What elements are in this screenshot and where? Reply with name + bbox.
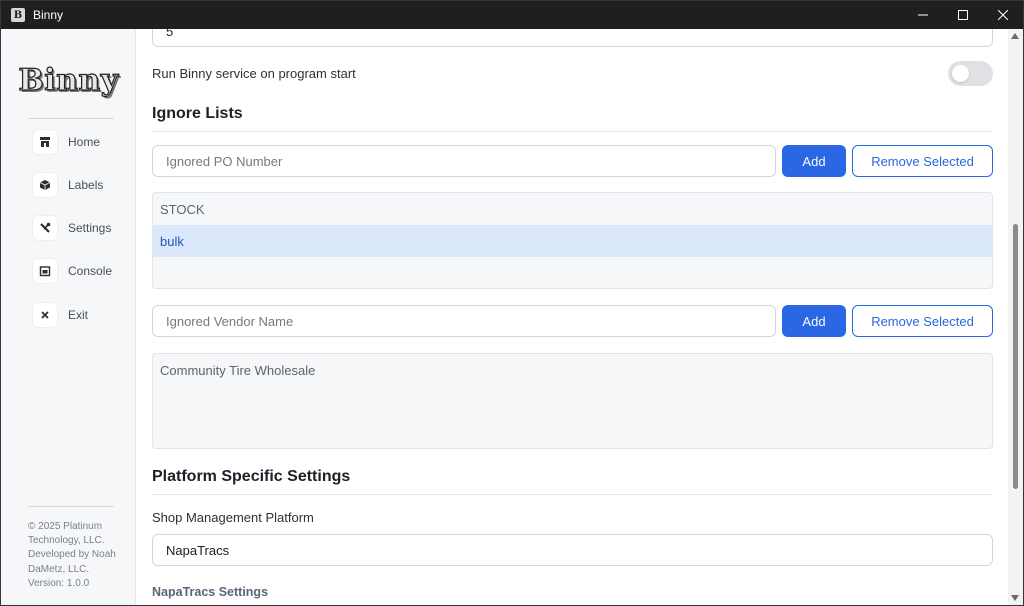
ignored-po-input[interactable]: Ignored PO Number [152,145,776,177]
ignored-vendor-placeholder: Ignored Vendor Name [166,313,294,329]
sidebar-divider-top [28,118,114,119]
store-icon [33,130,57,154]
top-number-value: 5 [166,29,174,39]
sidebar: Binny Home Labels Settings Console Exit … [1,29,136,605]
section-divider [152,494,993,495]
developer-text: Developed by Noah DaMetz, LLC. [28,549,116,575]
app-icon: B [11,8,25,22]
run-service-toggle[interactable] [948,61,993,86]
app-logo: Binny [18,62,119,98]
list-item[interactable]: Community Tire Wholesale [153,354,992,386]
remove-selected-vendor-button[interactable]: Remove Selected [852,305,993,337]
copyright-text: © 2025 Platinum Technology, LLC. [28,521,105,547]
title-bar[interactable]: B Binny [1,1,1023,29]
sidebar-item-exit[interactable]: Exit [33,303,88,327]
app-window: B Binny Binny Home Labels Settings Conso… [0,0,1024,606]
run-service-label: Run Binny service on program start [152,66,356,81]
sidebar-item-label: Settings [68,221,112,235]
version-text: Version: 1.0.0 [28,577,90,589]
add-vendor-button[interactable]: Add [782,305,846,337]
sidebar-item-label: Exit [68,308,89,322]
sidebar-divider-bottom [28,506,114,507]
sidebar-footer: © 2025 Platinum Technology, LLC. Develop… [28,520,128,591]
settings-content: 5 Run Binny service on program start Ign… [136,29,1008,605]
scroll-down-arrow-icon[interactable] [1011,595,1019,601]
close-icon [998,10,1008,20]
remove-selected-po-button[interactable]: Remove Selected [852,145,993,177]
console-icon [33,259,57,283]
sidebar-item-settings[interactable]: Settings [33,216,111,240]
sidebar-item-console[interactable]: Console [33,259,112,283]
ignore-lists-title: Ignore Lists [152,105,243,122]
maximize-icon [958,10,968,20]
minimize-icon [918,14,928,16]
shop-platform-select[interactable]: NapaTracs [152,534,993,566]
scroll-up-arrow-icon[interactable] [1011,33,1019,39]
toggle-knob [952,65,969,82]
close-button[interactable] [983,1,1023,29]
sidebar-item-labels[interactable]: Labels [33,173,103,197]
window-controls [903,1,1023,29]
shop-platform-label: Shop Management Platform [152,510,314,525]
window-title: Binny [33,8,64,22]
add-po-button[interactable]: Add [782,145,846,177]
tools-icon [33,216,57,240]
sidebar-item-home[interactable]: Home [33,130,100,154]
box-icon [33,173,57,197]
sidebar-item-label: Home [68,135,101,149]
x-icon [33,303,57,327]
ignored-vendor-input[interactable]: Ignored Vendor Name [152,305,776,337]
vertical-scrollbar[interactable] [1008,29,1023,605]
maximize-button[interactable] [943,1,983,29]
ignored-po-list[interactable]: STOCK bulk [152,192,993,289]
top-number-field[interactable]: 5 [152,29,993,47]
napatracs-settings-heading: NapaTracs Settings [152,585,269,599]
minimize-button[interactable] [903,1,943,29]
sidebar-item-label: Console [68,264,113,278]
section-divider [152,131,993,132]
ignored-vendor-list[interactable]: Community Tire Wholesale [152,353,993,449]
list-item-selected[interactable]: bulk [153,225,992,257]
scroll-thumb[interactable] [1013,224,1018,489]
platform-settings-title: Platform Specific Settings [152,468,351,485]
sidebar-item-label: Labels [68,178,104,192]
ignored-po-placeholder: Ignored PO Number [166,153,283,169]
list-item[interactable]: STOCK [153,193,992,225]
shop-platform-value: NapaTracs [166,542,230,558]
